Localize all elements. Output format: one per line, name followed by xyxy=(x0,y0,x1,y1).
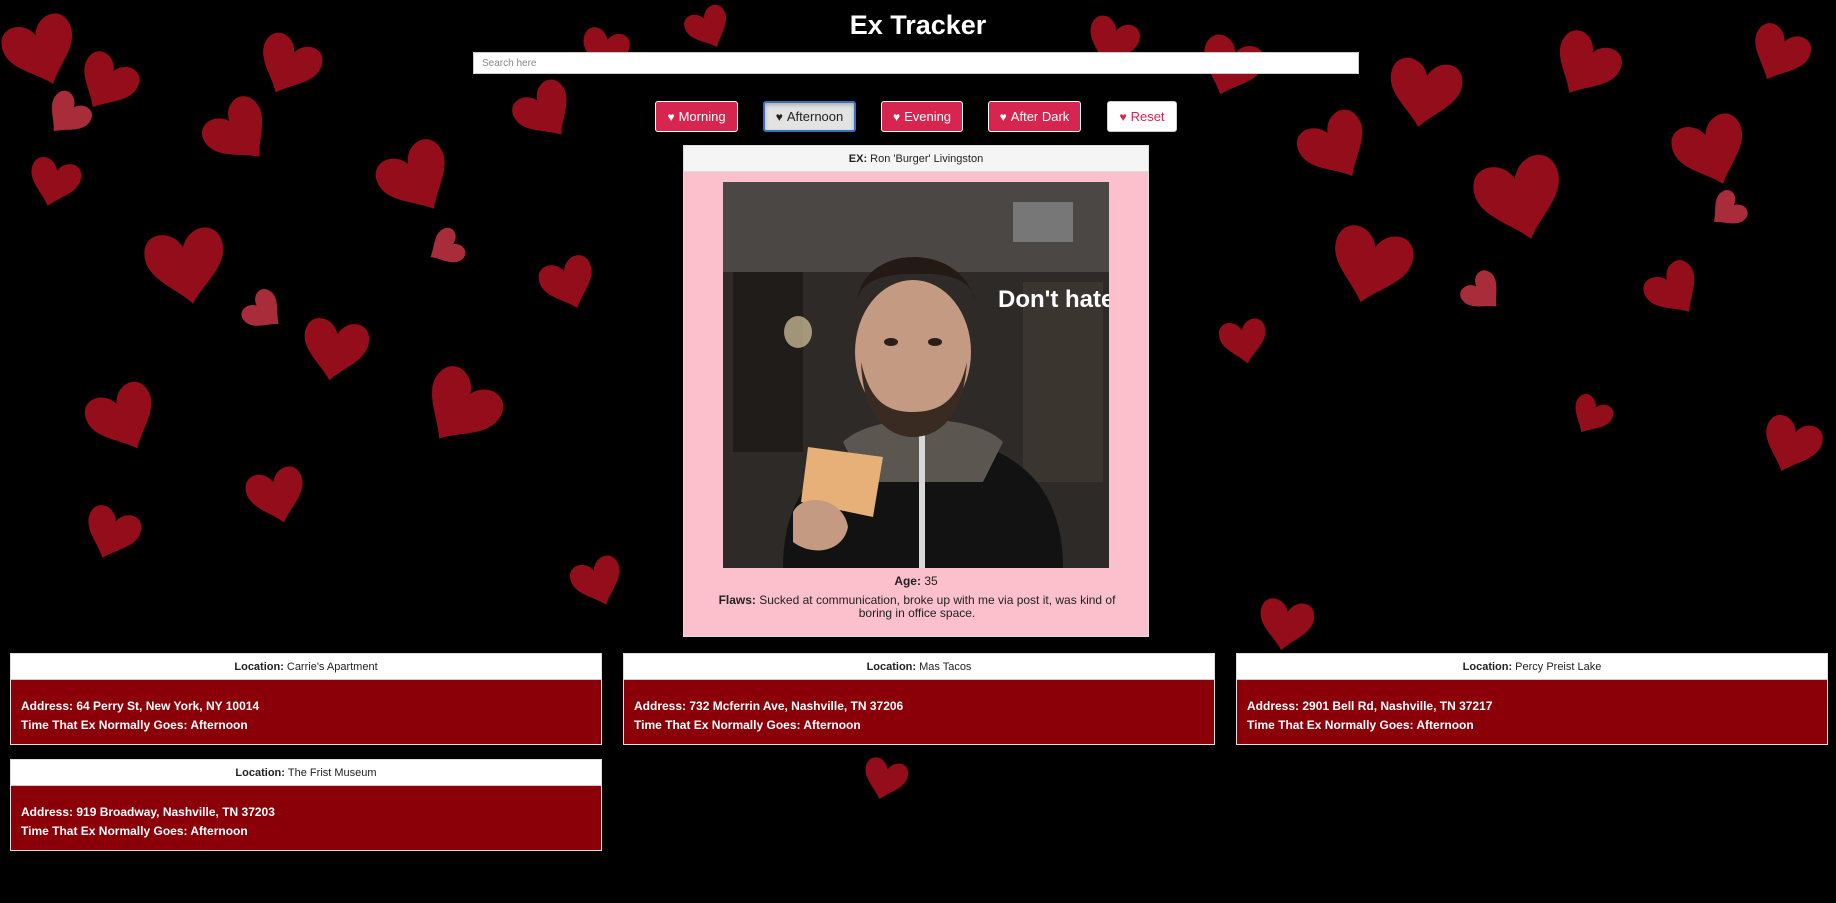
location-name: Mas Tacos xyxy=(919,660,972,673)
evening-button-label: Evening xyxy=(904,109,952,124)
location-body: Address: 2901 Bell Rd, Nashville, TN 372… xyxy=(1237,680,1827,735)
location-time: Time That Ex Normally Goes: Afternoon xyxy=(21,718,248,732)
morning-button-label: Morning xyxy=(678,109,726,124)
location-label: Location: xyxy=(235,766,285,779)
ex-photo: Don't hate me xyxy=(723,182,1109,568)
location-header: Location: Mas Tacos xyxy=(624,654,1214,680)
reset-button[interactable]: ♥ Reset xyxy=(1107,101,1177,132)
heart-icon: ♥ xyxy=(999,109,1007,124)
heart-icon: ♥ xyxy=(1119,109,1127,124)
morning-button[interactable]: ♥ Morning xyxy=(655,101,738,132)
photo-caption: Don't hate me xyxy=(998,286,1109,313)
age-value: 35 xyxy=(924,574,938,588)
afternoon-button[interactable]: ♥ Afternoon xyxy=(763,101,856,132)
flaws-value: Sucked at communication, broke up with m… xyxy=(759,593,1116,620)
heart-icon: ♥ xyxy=(892,109,901,124)
search-input[interactable] xyxy=(473,52,1359,74)
location-body: Address: 919 Broadway, Nashville, TN 372… xyxy=(11,786,601,841)
location-card: Location: Percy Preist Lake Address: 290… xyxy=(1236,653,1828,745)
ex-profile-card: EX: Ron 'Burger' Livingston Don't hate A… xyxy=(683,145,1149,637)
ex-name: Ron 'Burger' Livingston xyxy=(870,152,984,165)
location-address: Address: 64 Perry St, New York, NY 10014 xyxy=(21,699,260,713)
location-address: Address: 2901 Bell Rd, Nashville, TN 372… xyxy=(1247,699,1493,713)
age-label: Age: xyxy=(894,574,921,588)
location-name: Percy Preist Lake xyxy=(1515,660,1602,673)
location-label: Location: xyxy=(1462,660,1513,673)
heart-icon: ♥ xyxy=(775,109,783,124)
location-body: Address: 64 Perry St, New York, NY 10014… xyxy=(11,680,601,735)
location-time: Time That Ex Normally Goes: Afternoon xyxy=(21,824,248,838)
ex-profile-header: EX: Ron 'Burger' Livingston xyxy=(684,146,1148,172)
location-card: Location: The Frist Museum Address: 919 … xyxy=(10,759,602,851)
ex-age: Age: 35 xyxy=(684,574,1148,588)
ex-flaws: Flaws: Sucked at communication, broke up… xyxy=(704,594,1130,620)
after-dark-button-label: After Dark xyxy=(1010,109,1070,124)
page: Ex Tracker ♥ Morning ♥ Afternoon ♥ Eveni… xyxy=(0,0,1836,903)
ex-photo-illustration: Don't hate me xyxy=(723,182,1109,568)
location-body: Address: 732 Mcferrin Ave, Nashville, TN… xyxy=(624,680,1214,735)
location-time: Time That Ex Normally Goes: Afternoon xyxy=(1247,718,1474,732)
location-header: Location: Percy Preist Lake xyxy=(1237,654,1827,680)
reset-button-label: Reset xyxy=(1130,109,1165,124)
heart-icon: ♥ xyxy=(667,109,675,124)
location-address: Address: 919 Broadway, Nashville, TN 372… xyxy=(21,805,275,819)
flaws-label: Flaws: xyxy=(718,593,756,607)
location-header: Location: The Frist Museum xyxy=(11,760,601,786)
evening-button[interactable]: ♥ Evening xyxy=(881,101,963,132)
location-label: Location: xyxy=(234,660,284,673)
after-dark-button[interactable]: ♥ After Dark xyxy=(988,101,1081,132)
page-title: Ex Tracker xyxy=(849,10,987,40)
location-name: The Frist Museum xyxy=(287,766,377,779)
location-label: Location: xyxy=(866,660,917,673)
location-name: Carrie's Apartment xyxy=(286,660,378,673)
afternoon-button-label: Afternoon xyxy=(786,109,844,124)
time-filter-bar: ♥ Morning ♥ Afternoon ♥ Evening ♥ After … xyxy=(0,101,1836,133)
location-address: Address: 732 Mcferrin Ave, Nashville, TN… xyxy=(634,699,904,713)
location-card: Location: Carrie's Apartment Address: 64… xyxy=(10,653,602,745)
location-card: Location: Mas Tacos Address: 732 Mcferri… xyxy=(623,653,1215,745)
ex-label: EX: xyxy=(848,152,868,165)
location-header: Location: Carrie's Apartment xyxy=(11,654,601,680)
location-time: Time That Ex Normally Goes: Afternoon xyxy=(634,718,861,732)
